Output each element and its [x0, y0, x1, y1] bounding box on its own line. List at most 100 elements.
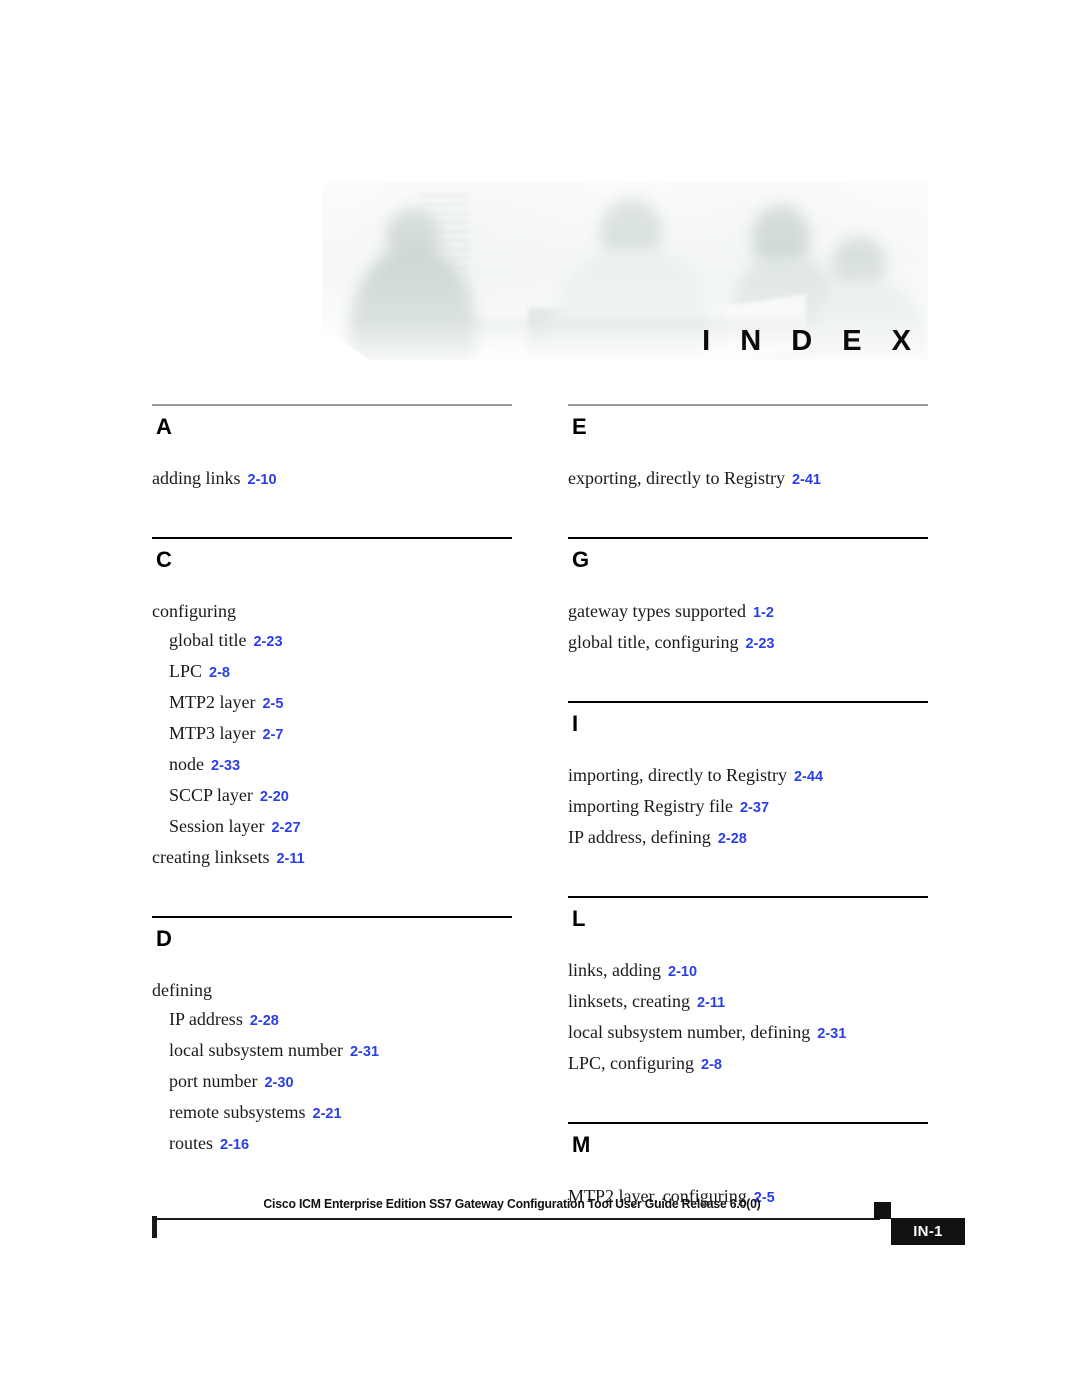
index-entry: creating linksets 2-11 — [152, 843, 512, 874]
index-subentry: MTP3 layer 2-7 — [152, 719, 512, 750]
index-entry-term: local subsystem number, defining — [568, 1022, 811, 1042]
index-entry-term: remote subsystems — [169, 1102, 306, 1122]
index-entry-page-link[interactable]: 2-10 — [668, 964, 697, 980]
index-entry: linksets, creating 2-11 — [568, 987, 928, 1018]
index-column-left: Aadding links 2-10 Cconfiguring global titl… — [152, 404, 512, 1160]
index-entry-page-link[interactable]: 2-44 — [794, 769, 823, 785]
index-entry: configuring — [152, 597, 512, 626]
index-entry-page-link[interactable]: 2-28 — [718, 831, 747, 847]
section-letter-heading: L — [572, 906, 586, 931]
index-entry-page-link[interactable]: 1-2 — [753, 605, 774, 621]
index-entry: importing, directly to Registry 2-44 — [568, 761, 928, 792]
index-entry-page-link[interactable]: 2-33 — [211, 758, 240, 774]
section-letter-heading: C — [156, 547, 172, 572]
section-divider-rule — [568, 896, 928, 898]
index-entry-page-link[interactable]: 2-23 — [253, 634, 282, 650]
index-section-c: Cconfiguring global title 2-23 LPC 2-8 MTP2 l… — [152, 537, 512, 874]
index-entry-term: defining — [152, 980, 212, 1000]
index-entry-term: creating linksets — [152, 847, 270, 867]
index-subentry: LPC 2-8 — [152, 657, 512, 688]
index-entry-term: Session layer — [169, 816, 265, 836]
index-section-g: Ggateway types supported 1-2 global title,… — [568, 537, 928, 659]
index-entry: links, adding 2-10 — [568, 956, 928, 987]
index-entry: exporting, directly to Registry 2-41 — [568, 464, 928, 495]
index-entry: gateway types supported 1-2 — [568, 597, 928, 628]
index-entry-term: local subsystem number — [169, 1040, 343, 1060]
index-entry-term: configuring — [152, 601, 236, 621]
index-entry-term: MTP2 layer — [169, 692, 256, 712]
index-section-a: Aadding links 2-10 — [152, 404, 512, 495]
index-entry-page-link[interactable]: 2-31 — [350, 1044, 379, 1060]
section-letter-heading: E — [572, 414, 587, 439]
index-entry-page-link[interactable]: 2-8 — [701, 1057, 722, 1073]
index-subentry: SCCP layer 2-20 — [152, 781, 512, 812]
index-entry-page-link[interactable]: 2-31 — [817, 1026, 846, 1042]
index-entry-page-link[interactable]: 2-27 — [271, 820, 300, 836]
index-entry-page-link[interactable]: 2-23 — [745, 636, 774, 652]
index-entry: IP address, defining 2-28 — [568, 823, 928, 854]
index-subentry: IP address 2-28 — [152, 1005, 512, 1036]
index-section-e: Eexporting, directly to Registry 2-41 — [568, 404, 928, 495]
index-entry-term: routes — [169, 1133, 213, 1153]
index-entry-term: MTP3 layer — [169, 723, 256, 743]
index-section-l: Llinks, adding 2-10 linksets, creating 2-11… — [568, 896, 928, 1080]
index-entry-page-link[interactable]: 2-7 — [262, 727, 283, 743]
index-entry-term: importing, directly to Registry — [568, 765, 787, 785]
index-entry: importing Registry file 2-37 — [568, 792, 928, 823]
footer-title: Cisco ICM Enterprise Edition SS7 Gateway… — [263, 1196, 761, 1211]
section-letter-heading: A — [156, 414, 172, 439]
index-entry-term: global title, configuring — [568, 632, 739, 652]
index-section-i: Iimporting, directly to Registry 2-44 impo… — [568, 701, 928, 854]
index-entry-page-link[interactable]: 2-11 — [697, 995, 725, 1011]
section-divider-rule — [152, 404, 512, 406]
index-entry-page-link[interactable]: 2-10 — [248, 472, 277, 488]
footer-corner-square — [874, 1202, 891, 1219]
page-number-badge: IN-1 — [891, 1218, 965, 1245]
index-entry-term: port number — [169, 1071, 258, 1091]
section-divider-rule — [152, 916, 512, 918]
index-subentry: Session layer 2-27 — [152, 812, 512, 843]
section-letter-heading: I — [572, 711, 579, 736]
section-divider-rule — [568, 537, 928, 539]
index-entry-term: importing Registry file — [568, 796, 733, 816]
index-entry-page-link[interactable]: 2-16 — [220, 1137, 249, 1153]
page-title: I N D E X — [702, 325, 922, 357]
index-subentry: routes 2-16 — [152, 1129, 512, 1160]
index-entry-term: LPC — [169, 661, 203, 681]
index-entry: global title, configuring 2-23 — [568, 628, 928, 659]
index-entry-term: IP address — [169, 1009, 243, 1029]
index-subentry: port number 2-30 — [152, 1067, 512, 1098]
index-entry-term: links, adding — [568, 960, 661, 980]
index-entry: LPC, configuring 2-8 — [568, 1049, 928, 1080]
section-divider-rule — [568, 1122, 928, 1124]
index-entry-term: LPC, configuring — [568, 1053, 694, 1073]
section-divider-rule — [568, 404, 928, 406]
index-entry-term: adding links — [152, 468, 241, 488]
index-entry-term: linksets, creating — [568, 991, 690, 1011]
index-entry-page-link[interactable]: 2-21 — [313, 1106, 342, 1122]
footer-rule — [152, 1218, 880, 1220]
index-section-d: Ddefining IP address 2-28 local subsystem n… — [152, 916, 512, 1160]
index-entry-page-link[interactable]: 2-20 — [260, 789, 289, 805]
index-entry-page-link[interactable]: 2-11 — [276, 851, 304, 867]
index-entry-term: SCCP layer — [169, 785, 253, 805]
index-entry-term: IP address, defining — [568, 827, 711, 847]
index-entry-term: node — [169, 754, 204, 774]
index-entry-page-link[interactable]: 2-30 — [264, 1075, 293, 1091]
index-subentry: remote subsystems 2-21 — [152, 1098, 512, 1129]
index-entry-page-link[interactable]: 2-8 — [209, 665, 230, 681]
section-letter-heading: M — [572, 1132, 591, 1157]
index-entry: local subsystem number, defining 2-31 — [568, 1018, 928, 1049]
section-divider-rule — [568, 701, 928, 703]
index-entry-term: gateway types supported — [568, 601, 746, 621]
page-footer: Cisco ICM Enterprise Edition SS7 Gateway… — [152, 1196, 965, 1256]
index-entry-page-link[interactable]: 2-37 — [740, 800, 769, 816]
index-entry-page-link[interactable]: 2-5 — [262, 696, 283, 712]
index-column-right: Eexporting, directly to Registry 2-41 Ggat… — [568, 404, 928, 1213]
section-letter-heading: G — [572, 547, 590, 572]
index-entry-page-link[interactable]: 2-28 — [250, 1013, 279, 1029]
index-subentry: node 2-33 — [152, 750, 512, 781]
index-subentry: global title 2-23 — [152, 626, 512, 657]
section-divider-rule — [152, 537, 512, 539]
index-entry-page-link[interactable]: 2-41 — [792, 472, 821, 488]
